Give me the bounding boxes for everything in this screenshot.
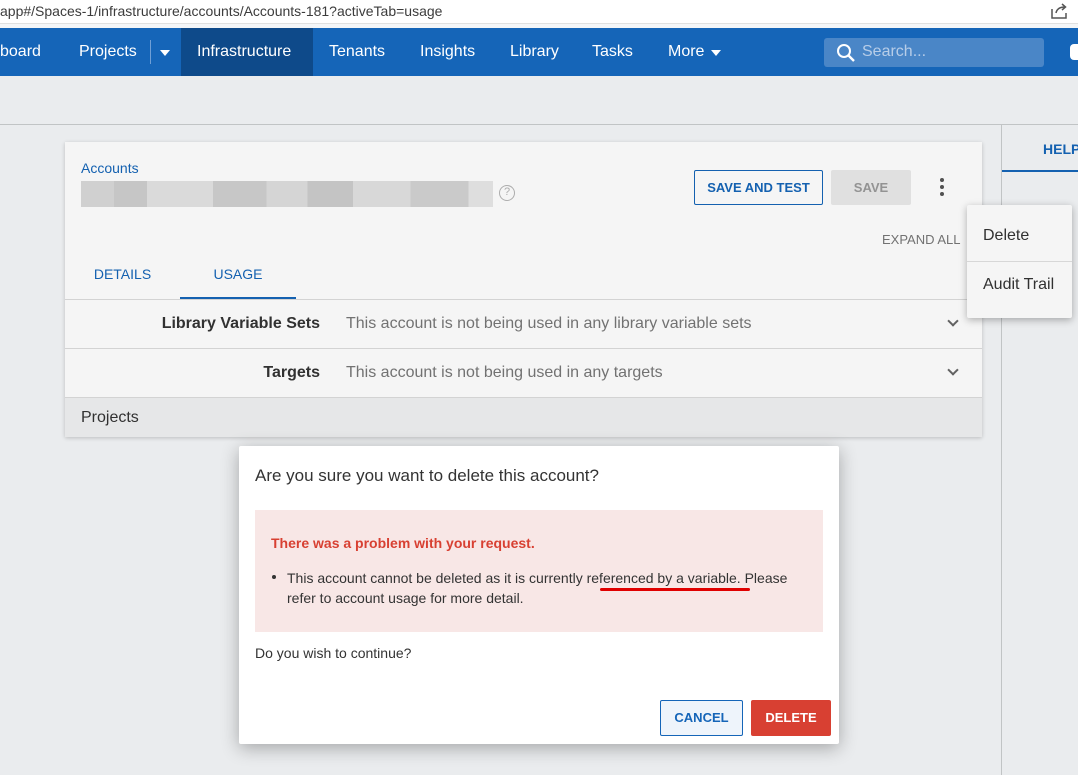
- nav-item-tasks[interactable]: Tasks: [592, 28, 633, 76]
- error-title: There was a problem with your request.: [271, 535, 535, 551]
- top-navigation: board Projects Infrastructure Tenants In…: [0, 28, 1078, 76]
- nav-item-dashboard[interactable]: board: [0, 28, 41, 76]
- more-chevron-icon: [711, 50, 721, 56]
- error-callout: There was a problem with your request. T…: [255, 510, 823, 632]
- delete-button[interactable]: DELETE: [751, 700, 831, 736]
- projects-dropdown-icon[interactable]: [160, 50, 170, 56]
- nav-item-more[interactable]: More: [668, 28, 704, 76]
- search-icon: [837, 44, 855, 62]
- nav-item-insights[interactable]: Insights: [420, 28, 475, 76]
- nav-item-library[interactable]: Library: [510, 28, 559, 76]
- nav-item-tenants[interactable]: Tenants: [329, 28, 385, 76]
- nav-item-projects[interactable]: Projects: [79, 28, 137, 76]
- annotation-underline: [600, 588, 750, 591]
- dialog-question: Do you wish to continue?: [255, 645, 412, 661]
- search-box[interactable]: [824, 38, 1044, 67]
- nav-divider: [150, 40, 151, 64]
- search-input[interactable]: [862, 41, 1032, 63]
- dialog-title: Are you sure you want to delete this acc…: [255, 466, 599, 485]
- cancel-button[interactable]: CANCEL: [660, 700, 743, 736]
- bullet-icon: [272, 575, 276, 579]
- notifications-icon[interactable]: [1070, 44, 1078, 60]
- address-bar[interactable]: app#/Spaces-1/infrastructure/accounts/Ac…: [0, 0, 1078, 24]
- nav-item-infrastructure[interactable]: Infrastructure: [181, 28, 313, 76]
- share-icon[interactable]: [1050, 3, 1068, 19]
- url-text[interactable]: app#/Spaces-1/infrastructure/accounts/Ac…: [0, 3, 442, 19]
- delete-confirm-dialog: Are you sure you want to delete this acc…: [239, 446, 839, 744]
